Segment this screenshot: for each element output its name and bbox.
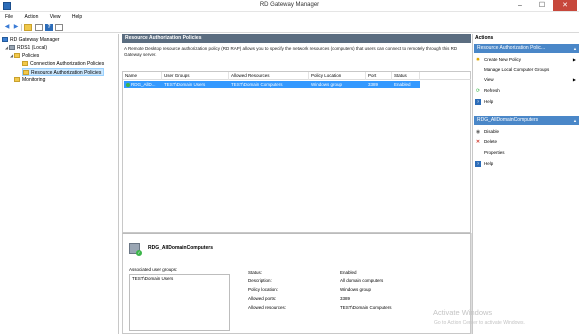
allowed-ports-value: 3389: [340, 296, 351, 301]
toolbar-separator: [21, 24, 22, 31]
allowed-ports-label: Allowed ports:: [248, 296, 277, 301]
show-hide-tree-icon[interactable]: [35, 24, 43, 31]
list-item[interactable]: TEST\Domain Users: [130, 275, 229, 282]
cell-port: 3389: [368, 82, 379, 87]
detail-title: RDG_AllDomainComputers: [148, 245, 214, 251]
status-value: Enabled: [340, 270, 357, 275]
column-header-name[interactable]: Name: [123, 72, 162, 80]
menu-bar: File Action View Help: [0, 12, 579, 22]
folder-icon: [23, 70, 29, 76]
tree-item-server[interactable]: ◢ RDS1 (Local): [5, 44, 47, 52]
disable-icon: ◉: [475, 129, 481, 135]
description-value: All domain computers: [340, 278, 384, 283]
tree-item-root[interactable]: RD Gateway Manager: [2, 36, 59, 44]
status-label: Status:: [248, 270, 263, 275]
collapse-arrow-icon[interactable]: ▲: [573, 44, 577, 53]
back-arrow-icon[interactable]: ◀: [3, 24, 11, 31]
allowed-resources-value: TEST\Domain Computers: [340, 305, 392, 310]
action-create-new-policy[interactable]: ✸ Create New Policy ▶: [475, 55, 578, 64]
cell-status: Enabled: [394, 82, 411, 87]
navigation-tree: RD Gateway Manager ◢ RDS1 (Local) ◢ Polici…: [0, 34, 119, 334]
actions-title: Actions: [475, 35, 494, 41]
help-icon: ?: [475, 161, 481, 167]
menu-file[interactable]: File: [0, 12, 18, 22]
tree-item-resource-authorization-policies[interactable]: Resource Authorization Policies: [22, 68, 105, 76]
description-label: Description:: [248, 278, 272, 283]
action-disable[interactable]: ◉ Disable: [475, 127, 578, 136]
actions-section-policy[interactable]: RDG_AllDomainComputers ▲: [474, 116, 579, 125]
folder-icon: [14, 53, 20, 59]
center-pane: Resource Authorization Policies A Remote…: [120, 34, 472, 334]
action-refresh[interactable]: ⟳ Refresh: [475, 86, 578, 95]
actions-section-rap[interactable]: Resource Authorization Polic... ▲: [474, 44, 579, 53]
menu-view[interactable]: View: [45, 12, 66, 22]
action-delete[interactable]: ✕ Delete: [475, 137, 578, 146]
cell-policy-location: Windows group: [311, 82, 343, 87]
action-help-2[interactable]: ? Help: [475, 159, 578, 168]
list-header: Name User Groups Allowed Resources Polic…: [123, 72, 471, 80]
tree-item-policies[interactable]: ◢ Policies: [10, 52, 39, 60]
help-icon: ?: [475, 99, 481, 105]
refresh-icon: ⟳: [475, 88, 481, 94]
actions-pane: Actions Resource Authorization Polic... ▲…: [472, 34, 579, 334]
forward-arrow-icon[interactable]: ▶: [12, 24, 20, 31]
column-header-port[interactable]: Port: [366, 72, 392, 80]
maximize-button[interactable]: ☐: [531, 0, 553, 11]
server-icon: [9, 45, 15, 51]
enabled-policy-icon: [126, 82, 130, 87]
column-header-allowed-resources[interactable]: Allowed Resources: [229, 72, 309, 80]
associated-groups-list[interactable]: TEST\Domain Users: [129, 274, 230, 331]
cell-user-groups: TEST\Domain Users: [164, 82, 206, 87]
help-icon[interactable]: ?: [45, 24, 53, 31]
cell-allowed-resources: TEST\Domain Computers: [231, 82, 283, 87]
folder-icon: [22, 61, 28, 67]
submenu-arrow-icon: ▶: [572, 77, 576, 82]
policy-computer-icon: ✓: [129, 243, 142, 256]
tree-item-connection-authorization-policies[interactable]: Connection Authorization Policies: [22, 60, 104, 68]
policy-location-value: Windows group: [340, 287, 372, 292]
delete-icon: ✕: [475, 139, 481, 145]
column-header-status[interactable]: Status: [392, 72, 420, 80]
policy-list: Name User Groups Allowed Resources Polic…: [122, 71, 471, 233]
column-header-user-groups[interactable]: User Groups: [162, 72, 229, 80]
title-bar: RD Gateway Manager – ☐ ✕: [0, 0, 579, 12]
center-description: A Remote Desktop resource authorization …: [124, 46, 458, 57]
checkmark-icon: ✓: [136, 250, 142, 256]
minimize-button[interactable]: –: [509, 0, 531, 11]
toolbar: ◀ ▶ ?: [0, 22, 579, 33]
close-button[interactable]: ✕: [553, 0, 577, 11]
cell-name: RDG_AllD...: [124, 81, 163, 88]
folder-icon: [14, 77, 20, 83]
menu-action[interactable]: Action: [19, 12, 43, 22]
action-properties[interactable]: Properties: [475, 148, 578, 157]
gateway-manager-icon: [2, 37, 8, 43]
action-manage-local-computer-groups[interactable]: Manage Local Computer Groups: [475, 65, 578, 74]
policy-details: ✓ RDG_AllDomainComputers Associated user…: [122, 233, 471, 334]
action-help[interactable]: ? Help: [475, 97, 578, 106]
submenu-arrow-icon: ▶: [572, 57, 576, 62]
window-title: RD Gateway Manager: [259, 2, 320, 8]
activate-windows-watermark: Activate Windows: [433, 308, 493, 317]
menu-help[interactable]: Help: [67, 12, 87, 22]
show-action-pane-icon[interactable]: [55, 24, 63, 31]
column-header-policy-location[interactable]: Policy Location: [309, 72, 366, 80]
table-row[interactable]: RDG_AllD... TEST\Domain Users TEST\Domai…: [124, 81, 420, 88]
tree-item-monitoring[interactable]: Monitoring: [14, 76, 45, 84]
policy-location-label: Policy location:: [248, 287, 279, 292]
center-header: Resource Authorization Policies: [122, 34, 471, 43]
star-icon: ✸: [475, 57, 481, 63]
collapse-arrow-icon[interactable]: ▲: [573, 116, 577, 125]
up-folder-icon[interactable]: [24, 24, 32, 31]
associated-groups-label: Associated user groups:: [129, 267, 178, 272]
activate-windows-hint: Go to Action Center to activate Windows.: [434, 320, 525, 326]
action-view[interactable]: View ▶: [475, 75, 578, 84]
allowed-resources-label: Allowed resources:: [248, 305, 287, 310]
